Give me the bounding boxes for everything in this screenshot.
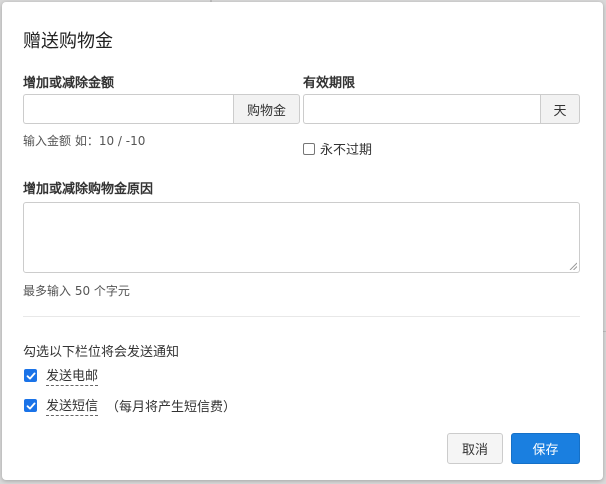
send-email-option[interactable]: 发送电邮 — [24, 365, 99, 386]
check-icon — [26, 402, 36, 409]
cancel-button[interactable]: 取消 — [447, 433, 503, 464]
send-sms-option[interactable]: 发送短信 （每月将产生短信费） — [24, 395, 236, 416]
never-expire-checkbox[interactable] — [303, 142, 315, 155]
never-expire-option[interactable]: 永不过期 — [303, 139, 372, 158]
reason-hint: 最多输入 50 个字元 — [23, 284, 130, 298]
amount-label: 增加或减除金额 — [23, 76, 115, 91]
send-sms-checkbox[interactable] — [24, 399, 37, 412]
amount-unit-addon: 购物金 — [233, 94, 300, 124]
section-divider — [23, 316, 580, 317]
amount-input-group: 购物金 — [23, 94, 300, 124]
reason-textarea[interactable] — [23, 202, 580, 273]
check-icon — [26, 372, 36, 379]
gift-credit-dialog: 赠送购物金 增加或减除金额 购物金 输入金额 如：10 / -10 有效期限 天… — [2, 2, 603, 480]
days-unit-addon: 天 — [540, 94, 580, 124]
save-button[interactable]: 保存 — [511, 433, 580, 464]
dialog-title: 赠送购物金 — [23, 31, 113, 52]
validity-label: 有效期限 — [303, 76, 356, 91]
reason-label: 增加或减除购物金原因 — [23, 182, 154, 197]
amount-input[interactable] — [23, 94, 233, 124]
send-sms-label[interactable]: 发送短信 — [46, 395, 99, 416]
validity-input-group: 天 — [303, 94, 580, 124]
resize-handle-icon[interactable] — [569, 262, 577, 270]
send-email-label[interactable]: 发送电邮 — [46, 365, 99, 386]
validity-days-input[interactable] — [303, 94, 540, 124]
send-email-checkbox[interactable] — [24, 369, 37, 382]
never-expire-label: 永不过期 — [320, 143, 373, 158]
notify-label: 勾选以下栏位将会发送通知 — [23, 345, 180, 360]
amount-hint: 输入金额 如：10 / -10 — [23, 134, 146, 148]
sms-fee-note: （每月将产生短信费） — [106, 400, 237, 415]
